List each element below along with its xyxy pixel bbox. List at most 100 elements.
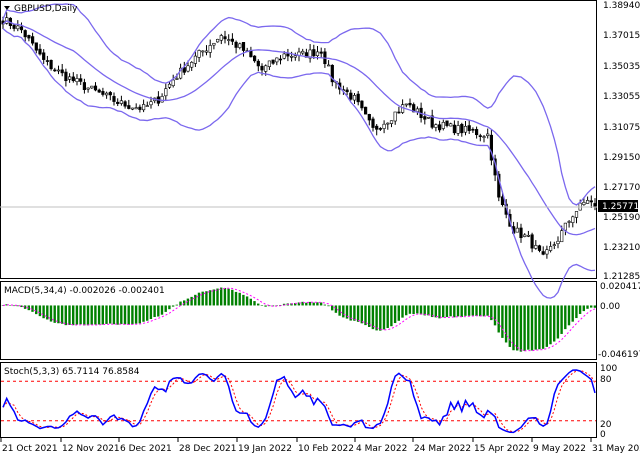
candle xyxy=(219,35,223,41)
candle xyxy=(79,78,83,82)
candle xyxy=(216,38,220,43)
chart-title: GBPUSD,Daily xyxy=(14,4,78,14)
candle xyxy=(278,58,283,61)
price-label: 1.29150 xyxy=(603,153,640,163)
stochastic-lines xyxy=(1,369,596,434)
candle xyxy=(256,60,260,67)
candle xyxy=(142,104,146,111)
macd-histogram xyxy=(1,287,597,352)
macd-bar xyxy=(393,305,397,324)
macd-bar xyxy=(578,305,582,314)
macd-axis-label: 0.00 xyxy=(600,302,620,312)
macd-bar xyxy=(249,298,252,306)
candle xyxy=(545,249,549,255)
candle xyxy=(312,49,316,57)
macd-bar xyxy=(42,305,45,319)
candle xyxy=(186,65,190,72)
candle xyxy=(119,100,123,104)
macd-bar xyxy=(220,287,223,306)
candle xyxy=(534,245,538,249)
macd-bar xyxy=(553,305,556,342)
candle xyxy=(389,120,394,124)
candle xyxy=(315,51,320,56)
candle xyxy=(449,123,453,127)
candle xyxy=(282,53,286,59)
macd-bar xyxy=(72,305,75,326)
macd-bar xyxy=(197,292,201,306)
candle xyxy=(238,43,242,48)
macd-bar xyxy=(190,296,193,306)
macd-bar xyxy=(12,305,16,307)
candle xyxy=(541,251,545,255)
macd-bar xyxy=(364,305,367,326)
candle xyxy=(145,105,149,107)
stoch-axis-label: 80 xyxy=(600,375,612,385)
candle xyxy=(97,89,101,93)
candle xyxy=(64,71,68,82)
date-label: 15 Apr 2022 xyxy=(474,444,530,454)
candle xyxy=(556,240,560,244)
macd-bar xyxy=(238,292,241,306)
candle xyxy=(56,69,61,72)
macd-bar xyxy=(353,305,356,321)
candle xyxy=(375,125,379,130)
macd-bar xyxy=(586,305,589,309)
date-label: 28 Dec 2021 xyxy=(179,444,237,454)
price-label: 1.38940 xyxy=(603,1,640,11)
macd-bar xyxy=(560,305,563,334)
macd-bar xyxy=(419,305,423,315)
price-candles xyxy=(1,12,597,259)
macd-bar xyxy=(112,305,116,325)
candle xyxy=(526,235,530,237)
macd-bar xyxy=(427,305,430,316)
candle xyxy=(567,221,571,223)
macd-bar xyxy=(242,294,245,306)
macd-bar xyxy=(171,305,175,307)
macd-bar xyxy=(138,305,141,324)
macd-bar xyxy=(519,305,523,352)
stoch-main-line xyxy=(2,369,596,434)
macd-bar xyxy=(327,305,330,307)
macd-bar xyxy=(64,305,67,326)
candle xyxy=(134,107,138,110)
macd-bar xyxy=(460,305,463,317)
candle xyxy=(275,57,279,63)
macd-bar xyxy=(567,305,571,326)
candle xyxy=(68,76,72,80)
macd-bar xyxy=(479,305,482,317)
candle xyxy=(208,45,212,53)
candle xyxy=(582,202,586,205)
bb-lower xyxy=(2,28,596,299)
price-label: 1.37015 xyxy=(603,31,640,41)
candle xyxy=(523,234,527,237)
candle xyxy=(319,51,323,54)
date-label: 4 Mar 2022 xyxy=(356,444,407,454)
candle xyxy=(360,100,364,109)
macd-bar xyxy=(549,305,552,345)
dropdown-triangle-icon[interactable] xyxy=(4,6,10,10)
macd-bar xyxy=(60,305,64,324)
candle xyxy=(345,89,349,93)
date-label: 19 Jan 2022 xyxy=(238,444,292,454)
candle xyxy=(378,128,383,130)
macd-bar xyxy=(123,305,127,325)
candle xyxy=(260,65,264,71)
price-label: 1.25190 xyxy=(603,213,640,223)
candle xyxy=(193,55,198,64)
date-label: 24 Mar 2022 xyxy=(414,444,471,454)
candle xyxy=(234,41,238,48)
macd-bar xyxy=(342,305,345,318)
candle xyxy=(264,65,268,72)
candle xyxy=(519,227,523,239)
macd-bar xyxy=(208,290,212,306)
candle xyxy=(463,125,468,133)
chart-window[interactable]: GBPUSD,Daily MACD(5,34,4) -0.002026 -0.0… xyxy=(0,0,640,457)
candle xyxy=(434,124,438,128)
candle xyxy=(23,30,27,38)
candle xyxy=(271,59,275,64)
macd-bar xyxy=(305,302,308,306)
date-label: 10 Feb 2022 xyxy=(298,444,354,454)
macd-bar xyxy=(556,305,560,339)
macd-bar xyxy=(590,305,593,308)
candle xyxy=(423,116,427,120)
